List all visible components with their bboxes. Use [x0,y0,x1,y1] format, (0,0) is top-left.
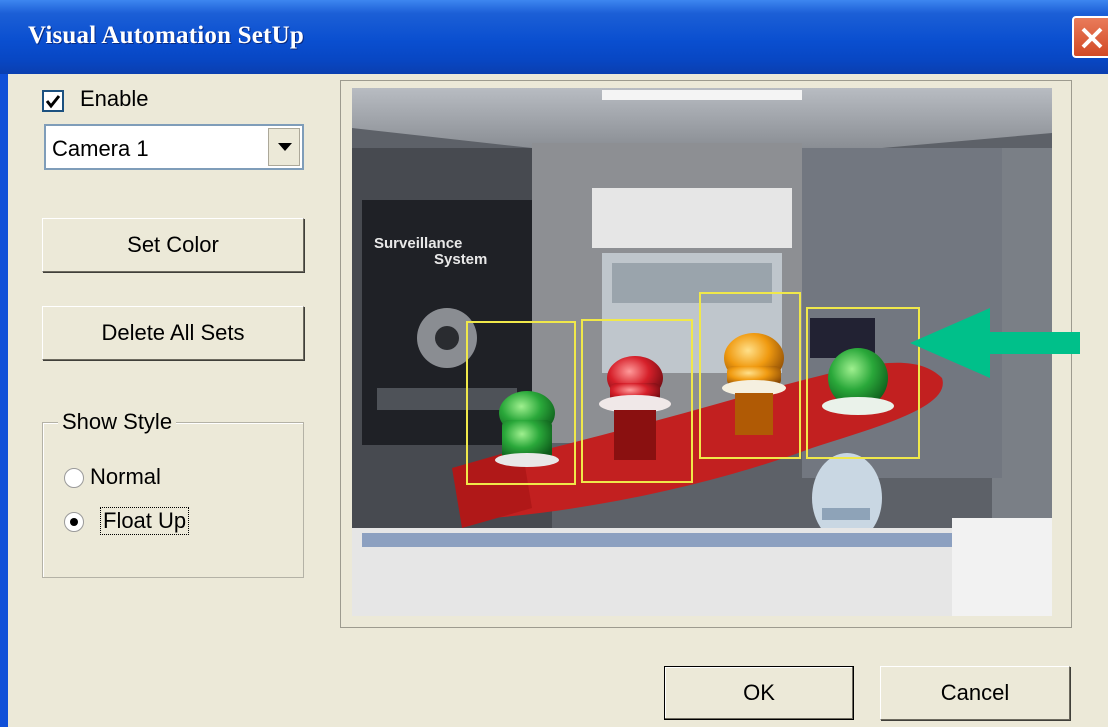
enable-checkbox[interactable] [42,90,64,112]
camera-select-value: Camera 1 [52,136,149,161]
poster-line2: System [434,251,487,268]
window-title: Visual Automation SetUp [28,22,304,49]
close-icon [1081,27,1103,49]
title-bar[interactable]: Visual Automation SetUp [0,0,1108,74]
show-style-legend: Show Style [58,409,177,435]
radio-normal-label[interactable]: Normal [90,464,161,490]
show-style-group [42,422,304,578]
delete-all-sets-button[interactable]: Delete All Sets [42,306,304,360]
window-border [0,74,8,727]
checkmark-icon [45,95,61,109]
dialog-window: Visual Automation SetUp Enable Camera 1 … [0,0,1108,727]
set-color-button[interactable]: Set Color [42,218,304,272]
chevron-down-icon [278,143,292,151]
cancel-button[interactable]: Cancel [880,666,1070,720]
ok-button[interactable]: OK [664,666,854,720]
radio-float-up[interactable] [64,512,84,532]
enable-label[interactable]: Enable [80,86,149,112]
radio-selected-dot [70,518,78,526]
poster-line1: Surveillance [374,235,462,252]
radio-normal[interactable] [64,468,84,488]
close-button[interactable] [1072,16,1108,58]
camera-select[interactable]: Camera 1 [44,124,304,170]
dropdown-button[interactable] [268,128,300,166]
radio-float-up-label[interactable]: Float Up [100,507,190,535]
annotation-arrow-icon [910,308,1080,378]
